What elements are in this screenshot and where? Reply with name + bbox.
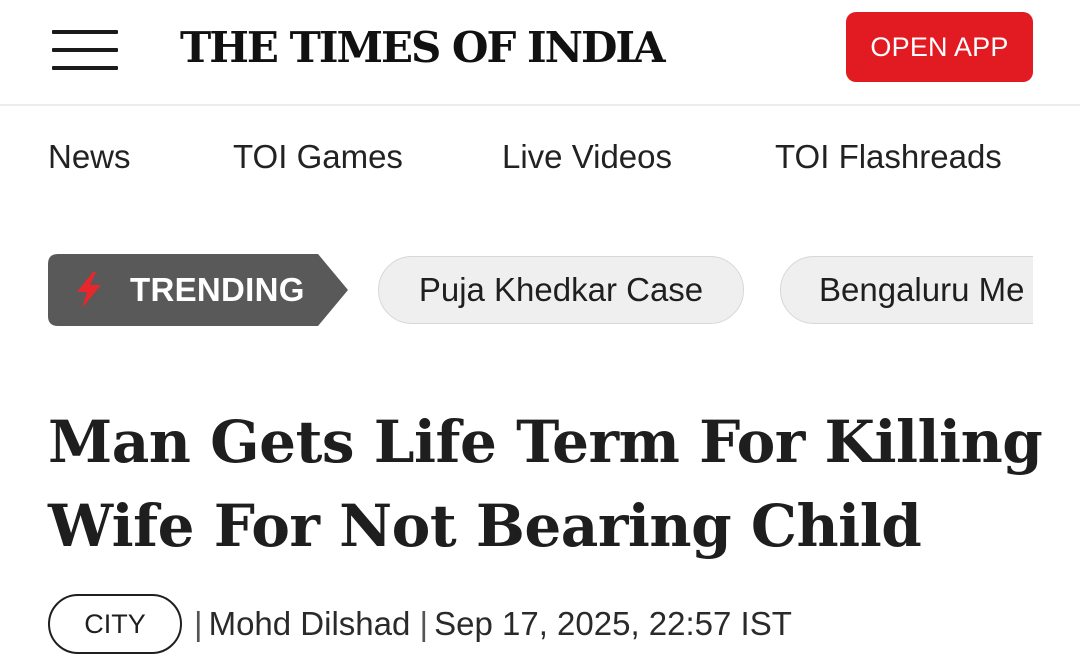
author-name[interactable]: Mohd Dilshad — [209, 605, 411, 642]
byline-separator: | — [419, 605, 429, 642]
open-app-button[interactable]: OPEN APP — [846, 12, 1033, 82]
site-logo[interactable]: THE TIMES OF INDIA — [180, 22, 666, 74]
trending-label: TRENDING — [130, 271, 305, 308]
article-headline: Man Gets Life Term For Killing Wife For … — [48, 400, 1048, 568]
publish-timestamp: Sep 17, 2025, 22:57 IST — [434, 605, 792, 642]
headline-line-1: Man Gets Life Term For Killing — [48, 408, 1043, 476]
trending-chips: Puja Khedkar Case Bengaluru Me — [376, 254, 1033, 326]
article-byline: CITY | Mohd Dilshad | Sep 17, 2025, 22:57 … — [48, 594, 1048, 654]
nav-item-news[interactable]: News — [48, 138, 131, 176]
hamburger-menu-icon[interactable] — [52, 30, 118, 70]
top-header: THE TIMES OF INDIA OPEN APP — [0, 0, 1080, 106]
trending-chip-puja-khedkar[interactable]: Puja Khedkar Case — [378, 256, 744, 324]
nav-item-live-videos[interactable]: Live Videos — [502, 138, 672, 176]
byline-separator: | — [194, 605, 203, 642]
category-badge[interactable]: CITY — [48, 594, 182, 654]
byline-text: | Mohd Dilshad | Sep 17, 2025, 22:57 IST — [194, 594, 792, 654]
section-nav: News TOI Games Live Videos TOI Flashread… — [0, 128, 1080, 188]
lightning-bolt-icon — [77, 272, 101, 308]
headline-line-2: Wife For Not Bearing Child — [48, 492, 922, 560]
page: THE TIMES OF INDIA OPEN APP News TOI Gam… — [0, 0, 1080, 666]
trending-chip-bengaluru[interactable]: Bengaluru Me — [780, 256, 1033, 324]
nav-item-toi-games[interactable]: TOI Games — [233, 138, 403, 176]
trending-tag: TRENDING — [48, 254, 348, 326]
nav-item-toi-flashreads[interactable]: TOI Flashreads — [775, 138, 1002, 176]
trending-bar: TRENDING Puja Khedkar Case Bengaluru Me — [0, 254, 1080, 326]
